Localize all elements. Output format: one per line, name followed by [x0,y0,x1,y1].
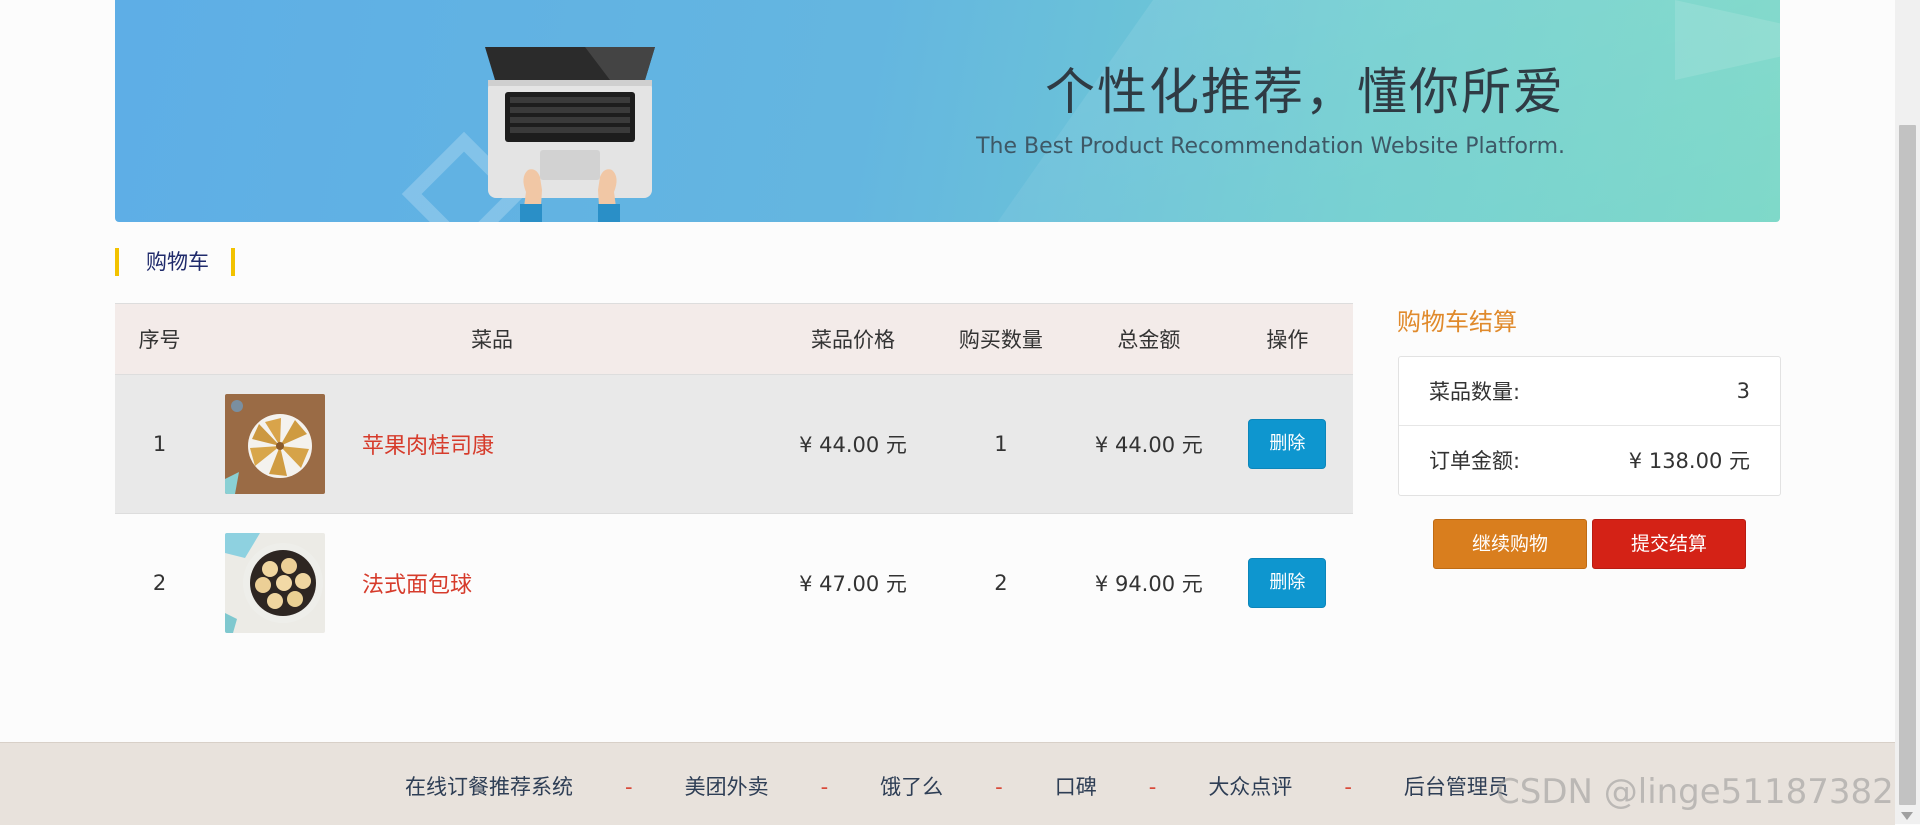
cart-section-label: 购物车 [115,248,235,276]
dish-image[interactable] [225,394,326,494]
dish-image[interactable] [225,533,326,633]
row-action-cell: 删除 [1221,513,1353,652]
header-total: 总金额 [1075,303,1222,375]
row-price: ¥ 47.00 元 [780,513,926,652]
table-row: 2 法式面包球 ¥ 47.00 元 2 ¥ 94.00 元 删除 [115,513,1353,652]
footer-link-koubei[interactable]: 口碑 [1055,775,1097,799]
table-header-row: 序号 菜品 菜品价格 购买数量 总金额 操作 [115,303,1353,375]
footer-separator: - [995,775,1003,799]
header-index: 序号 [115,303,205,375]
table-row: 1 苹果肉桂司康 ¥ 44.00 元 1 ¥ 44.00 元 删除 [115,374,1353,514]
count-value: 3 [1736,379,1750,403]
submit-order-button[interactable]: 提交结算 [1592,519,1746,569]
dish-cell: 苹果肉桂司康 [204,374,781,514]
laptop-illustration [485,47,655,222]
continue-shopping-button[interactable]: 继续购物 [1433,519,1587,569]
footer-link-dianping[interactable]: 大众点评 [1208,775,1292,799]
header-action: 操作 [1221,303,1353,375]
footer-separator: - [625,775,633,799]
row-quantity: 2 [925,513,1076,652]
row-action-cell: 删除 [1221,374,1353,514]
row-total: ¥ 44.00 元 [1075,374,1222,514]
dish-name-link[interactable]: 苹果肉桂司康 [362,428,494,460]
header-quantity: 购买数量 [925,303,1076,375]
row-index: 2 [115,513,205,652]
count-label: 菜品数量: [1429,380,1521,404]
footer-link-eleme[interactable]: 饿了么 [880,775,943,799]
scrollbar-thumb[interactable] [1899,125,1916,805]
amount-label: 订单金额: [1429,449,1521,473]
footer-separator: - [1148,775,1157,799]
banner-subtitle: The Best Product Recommendation Website … [976,134,1565,159]
footer-separator: - [820,775,829,799]
delete-button[interactable]: 删除 [1248,558,1327,608]
footer-separator: - [1344,775,1352,799]
cart-table: 序号 菜品 菜品价格 购买数量 总金额 操作 1 苹果肉桂司康 ¥ 44.00 … [115,303,1353,652]
watermark: CSDN @linge511873822 [1496,772,1916,812]
header-dish: 菜品 [204,303,781,375]
scroll-down-arrow-icon[interactable] [1901,812,1913,820]
row-index: 1 [115,374,205,514]
vertical-scrollbar[interactable] [1895,0,1920,824]
footer-link-system[interactable]: 在线订餐推荐系统 [405,775,573,799]
summary-box: 菜品数量: 3 订单金额: ¥ 138.00 元 [1398,356,1781,496]
dish-name-link[interactable]: 法式面包球 [362,567,472,599]
row-quantity: 1 [925,374,1076,514]
row-price: ¥ 44.00 元 [780,374,926,514]
dish-cell: 法式面包球 [204,513,781,652]
delete-button[interactable]: 删除 [1248,419,1327,469]
footer-link-admin[interactable]: 后台管理员 [1404,775,1509,799]
summary-amount-row: 订单金额: ¥ 138.00 元 [1399,425,1780,494]
header-price: 菜品价格 [780,303,926,375]
amount-value: ¥ 138.00 元 [1628,449,1750,473]
banner-title: 个性化推荐，懂你所爱 [1045,63,1565,121]
hero-banner: 个性化推荐，懂你所爱 The Best Product Recommendati… [115,0,1780,222]
row-total: ¥ 94.00 元 [1075,513,1222,652]
banner-decoration-triangle [1675,0,1780,80]
footer-links: 在线订餐推荐系统 - 美团外卖 - 饿了么 - 口碑 - 大众点评 - 后台管理员 [405,771,1509,801]
summary-count-row: 菜品数量: 3 [1399,357,1780,425]
footer-link-meituan[interactable]: 美团外卖 [685,775,769,799]
summary-title: 购物车结算 [1397,308,1517,336]
